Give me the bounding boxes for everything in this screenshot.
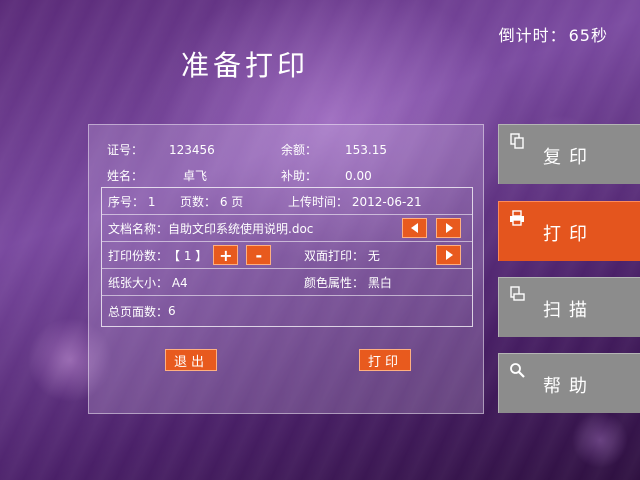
docname-label: 文档名称：	[108, 221, 169, 236]
sidebar-item-label: 扫描	[543, 300, 595, 321]
triangle-right-icon	[445, 223, 453, 233]
copies-label: 打印份数：	[108, 248, 169, 263]
duplex-toggle-button[interactable]	[436, 245, 461, 265]
docname-value: 自助文印系统使用说明.doc	[168, 221, 314, 236]
name-value: 卓飞	[183, 169, 208, 183]
color-label: 颜色属性：	[304, 275, 365, 290]
color-value: 黑白	[367, 275, 392, 290]
print-panel: 证号： 123456 余额： 153.15 姓名： 卓飞 补助： 0.00 序号…	[88, 124, 484, 414]
seq-label: 序号：	[108, 194, 145, 209]
seq-value: 1	[147, 194, 156, 209]
countdown-label: 倒计时：	[498, 26, 567, 45]
pages-value: 6 页	[219, 194, 244, 209]
table-row-copies: 打印份数： 【 1 】 + - 双面打印： 无	[102, 242, 472, 269]
page-title: 准备打印	[180, 49, 309, 82]
exit-button[interactable]: 退出	[165, 349, 217, 371]
prev-document-button[interactable]	[402, 218, 427, 238]
total-value: 6	[168, 304, 176, 318]
print-button[interactable]: 打印	[359, 349, 411, 371]
user-row-name: 姓名： 卓飞 补助： 0.00	[107, 167, 372, 184]
increase-copies-button[interactable]: +	[213, 245, 239, 265]
copy-icon	[510, 133, 524, 149]
total-label: 总页面数：	[108, 304, 169, 319]
sidebar-item-label: 打印	[543, 224, 595, 245]
subsidy-label: 补助：	[281, 169, 318, 183]
paper-label: 纸张大小：	[108, 275, 169, 290]
duplex-value: 无	[367, 248, 380, 263]
paper-value: A4	[171, 275, 188, 290]
name-label: 姓名：	[107, 169, 144, 183]
scan-icon	[510, 286, 525, 301]
table-row-seq: 序号： 1 页数： 6 页 上传时间： 2012-06-21	[102, 188, 472, 215]
upload-label: 上传时间：	[288, 194, 349, 209]
id-value: 123456	[169, 142, 215, 157]
search-icon	[510, 363, 525, 378]
copies-value: 【 1 】	[168, 248, 208, 263]
balance-value: 153.15	[345, 142, 387, 157]
subsidy-value: 0.00	[345, 168, 372, 183]
document-table: 序号： 1 页数： 6 页 上传时间： 2012-06-21 文档名称： 自助文…	[101, 187, 473, 327]
sidebar-item-print[interactable]: 打印	[498, 201, 640, 261]
balance-label: 余额：	[281, 143, 318, 157]
triangle-left-icon	[410, 223, 418, 233]
next-document-button[interactable]	[436, 218, 461, 238]
id-label: 证号：	[107, 143, 144, 157]
countdown: 倒计时： 65秒	[499, 22, 608, 46]
table-row-total: 总页面数： 6	[102, 296, 472, 326]
countdown-value: 65秒	[568, 26, 608, 45]
sidebar-item-label: 复印	[543, 147, 595, 168]
sidebar-item-copy[interactable]: 复印	[498, 124, 640, 184]
printer-icon	[510, 210, 524, 226]
table-row-paper: 纸张大小： A4 颜色属性： 黑白	[102, 269, 472, 296]
sidebar-item-label: 帮助	[543, 376, 595, 397]
table-row-docname: 文档名称： 自助文印系统使用说明.doc	[102, 215, 472, 242]
pages-label: 页数：	[180, 194, 217, 209]
triangle-right-icon	[445, 250, 453, 260]
decrease-copies-button[interactable]: -	[246, 245, 272, 265]
user-row-id: 证号： 123456 余额： 153.15	[107, 141, 387, 158]
duplex-label: 双面打印：	[304, 248, 365, 263]
sidebar-item-scan[interactable]: 扫描	[498, 277, 640, 337]
upload-value: 2012-06-21	[351, 194, 422, 209]
sidebar-item-help[interactable]: 帮助	[498, 353, 640, 413]
